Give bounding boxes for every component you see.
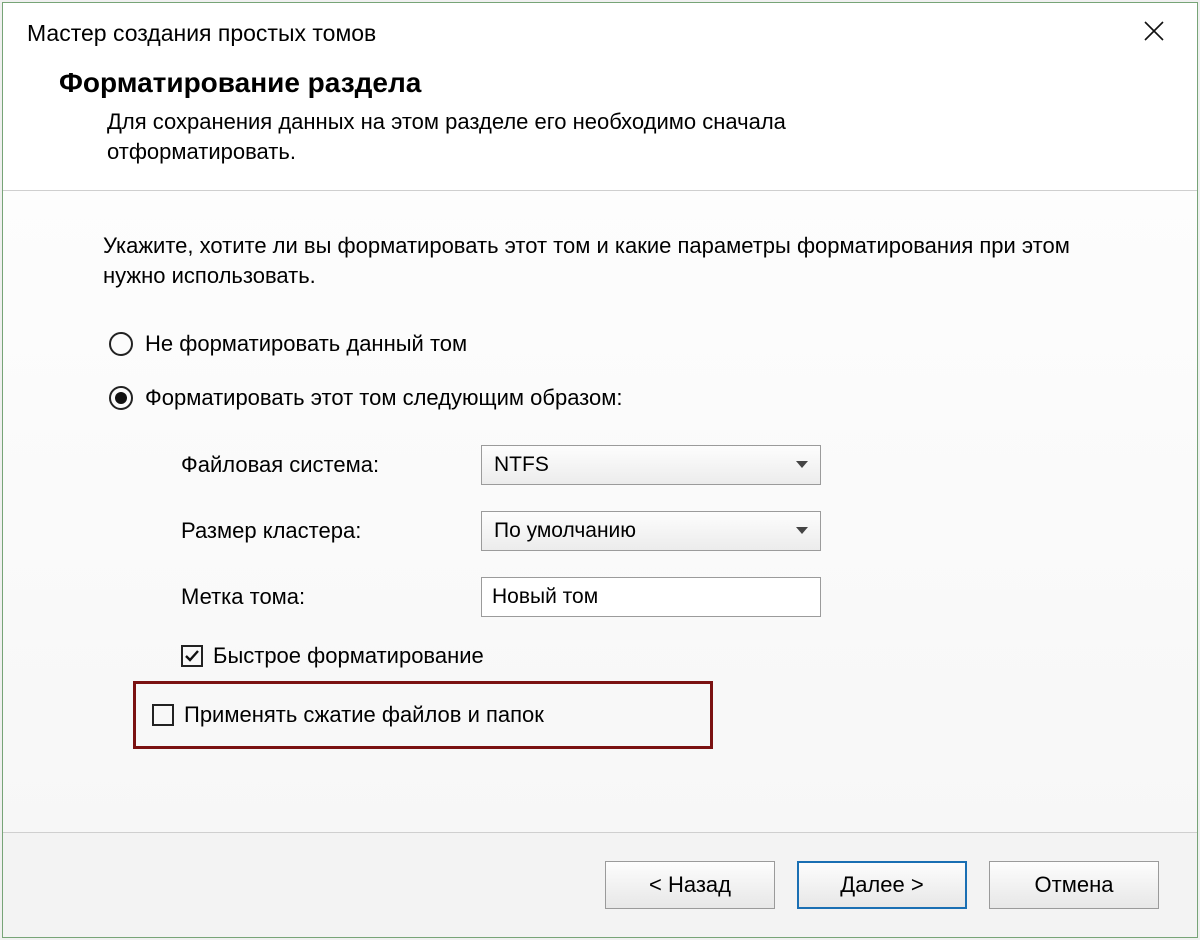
radio-format-as-label: Форматировать этот том следующим образом… bbox=[145, 385, 623, 411]
quick-format-checkbox[interactable] bbox=[181, 645, 203, 667]
page-heading: Форматирование раздела bbox=[59, 67, 1141, 99]
compression-checkbox[interactable] bbox=[152, 704, 174, 726]
compression-label: Применять сжатие файлов и папок bbox=[184, 702, 544, 728]
radio-no-format[interactable] bbox=[109, 332, 133, 356]
chevron-down-icon bbox=[796, 527, 808, 534]
volume-label-label: Метка тома: bbox=[181, 584, 481, 610]
wizard-footer: < Назад Далее > Отмена bbox=[3, 832, 1197, 937]
radio-format-as-row[interactable]: Форматировать этот том следующим образом… bbox=[109, 385, 1141, 411]
radio-no-format-row[interactable]: Не форматировать данный том bbox=[109, 331, 1141, 357]
compression-highlight: Применять сжатие файлов и папок bbox=[133, 681, 713, 749]
chevron-down-icon bbox=[796, 461, 808, 468]
cluster-label: Размер кластера: bbox=[181, 518, 481, 544]
cluster-row: Размер кластера: По умолчанию bbox=[181, 511, 1141, 551]
filesystem-label: Файловая система: bbox=[181, 452, 481, 478]
filesystem-value: NTFS bbox=[494, 453, 549, 477]
titlebar: Мастер создания простых томов bbox=[3, 3, 1197, 63]
volume-label-row: Метка тома: bbox=[181, 577, 1141, 617]
wizard-header: Форматирование раздела Для сохранения да… bbox=[3, 63, 1197, 190]
radio-no-format-label: Не форматировать данный том bbox=[145, 331, 467, 357]
cluster-select[interactable]: По умолчанию bbox=[481, 511, 821, 551]
cancel-button[interactable]: Отмена bbox=[989, 861, 1159, 909]
back-button[interactable]: < Назад bbox=[605, 861, 775, 909]
volume-label-input[interactable] bbox=[481, 577, 821, 617]
wizard-content: Укажите, хотите ли вы форматировать этот… bbox=[3, 191, 1197, 832]
radio-format-as[interactable] bbox=[109, 386, 133, 410]
wizard-window: Мастер создания простых томов Форматиров… bbox=[2, 2, 1198, 938]
intro-text: Укажите, хотите ли вы форматировать этот… bbox=[103, 231, 1093, 290]
cluster-value: По умолчанию bbox=[494, 519, 636, 543]
compression-row[interactable]: Применять сжатие файлов и папок bbox=[152, 702, 694, 728]
filesystem-row: Файловая система: NTFS bbox=[181, 445, 1141, 485]
window-title: Мастер создания простых томов bbox=[27, 20, 376, 47]
page-subhead: Для сохранения данных на этом разделе ег… bbox=[107, 107, 927, 166]
close-icon[interactable] bbox=[1135, 19, 1173, 47]
filesystem-select[interactable]: NTFS bbox=[481, 445, 821, 485]
quick-format-label: Быстрое форматирование bbox=[213, 643, 484, 669]
format-options: Файловая система: NTFS Размер кластера: … bbox=[181, 445, 1141, 617]
next-button[interactable]: Далее > bbox=[797, 861, 967, 909]
quick-format-row[interactable]: Быстрое форматирование bbox=[181, 643, 1141, 669]
